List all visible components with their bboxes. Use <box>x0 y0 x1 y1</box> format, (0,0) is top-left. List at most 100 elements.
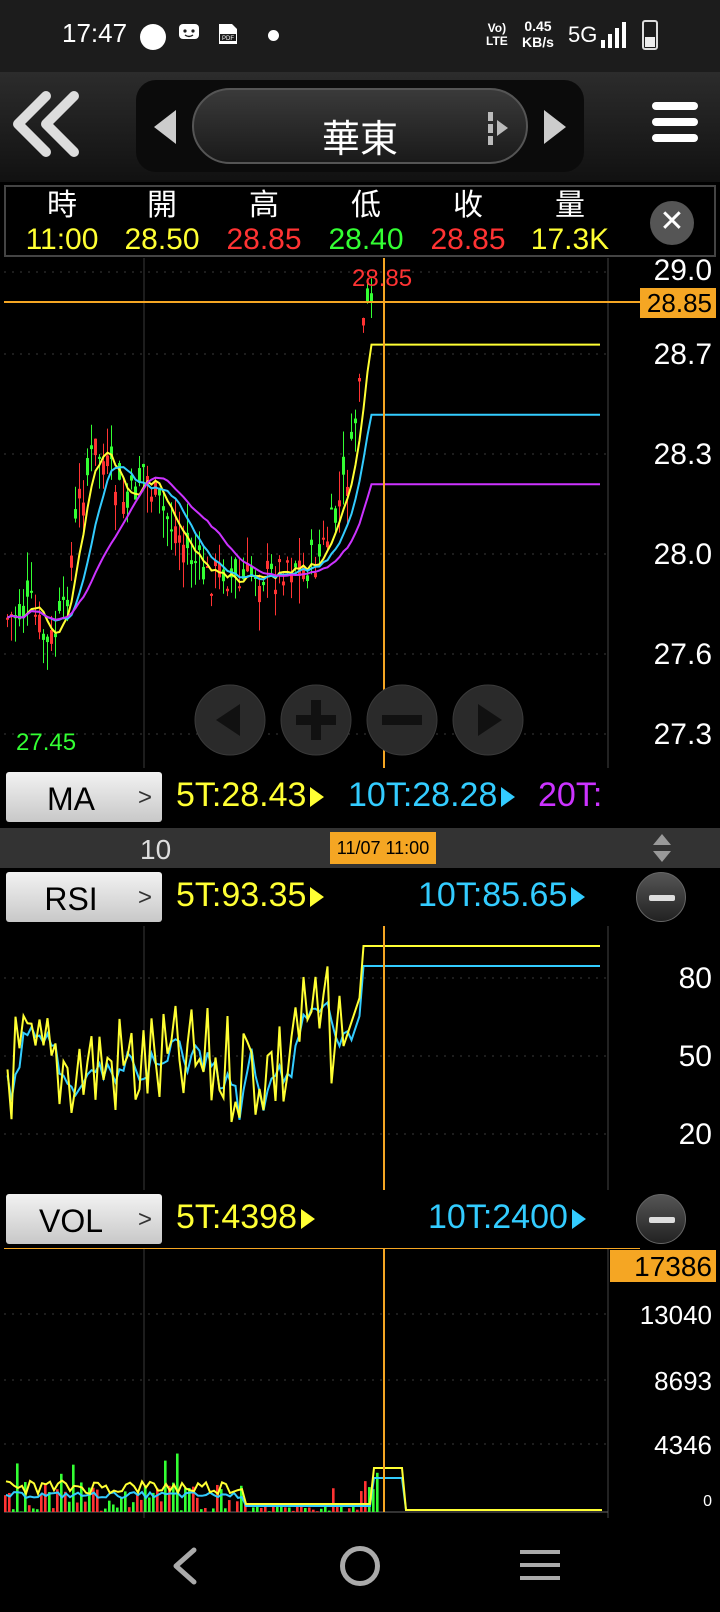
remove-vol-button[interactable] <box>636 1194 686 1244</box>
volte-indicator: Vo) LTE <box>486 22 508 48</box>
candle-body <box>94 438 97 456</box>
candle-body <box>210 593 213 596</box>
volume-bar <box>348 1508 351 1512</box>
ma10-value: 10T:28.28 <box>348 776 516 815</box>
flag-icon <box>301 1209 315 1230</box>
candle-body <box>322 537 325 540</box>
close-icon[interactable]: ✕ <box>650 201 694 245</box>
y-tick: 80 <box>679 962 712 995</box>
sort-icon[interactable] <box>652 832 672 864</box>
ohlc-low: 低 28.40 <box>316 189 416 257</box>
volume-bar <box>300 1506 303 1512</box>
candle-body <box>314 573 317 578</box>
volume-bar <box>176 1453 179 1512</box>
ohlc-time: 時 11:00 <box>12 189 112 257</box>
arrow-right-icon[interactable] <box>544 110 566 144</box>
volume-bar <box>84 1501 87 1512</box>
rsi-indicator-bar: RSI > 5T:93.35 10T:85.65 <box>0 868 720 926</box>
candle-body <box>182 544 185 563</box>
candle-body <box>62 596 65 600</box>
remove-rsi-button[interactable] <box>636 872 686 922</box>
volume-bar <box>156 1488 159 1512</box>
ma10-text: 10T:28.28 <box>348 776 498 814</box>
volume-bar <box>92 1487 95 1512</box>
candle-body <box>170 529 173 532</box>
volume-bar <box>308 1507 311 1512</box>
ma20-text: 20T: <box>538 776 603 814</box>
candle-body <box>150 496 153 502</box>
volume-chart[interactable]: 17386 13040 8693 4346 0 <box>0 1248 720 1518</box>
volume-bar <box>320 1508 323 1512</box>
candle-body <box>238 586 241 589</box>
volume-bar <box>288 1507 291 1512</box>
stock-name-pill[interactable]: 華東 <box>192 88 528 164</box>
volume-bar <box>12 1509 15 1512</box>
y-tick: 28.3 <box>654 438 712 471</box>
network-speed-value: 0.45 <box>524 18 552 34</box>
volume-bar <box>124 1491 127 1512</box>
status-bar: 17:47 PDF Vo) LTE 0.45 KB/s 5G <box>0 0 720 72</box>
volume-bar <box>304 1507 307 1512</box>
candle-body <box>310 539 313 546</box>
candle-body <box>82 502 85 516</box>
hamburger-menu-icon[interactable] <box>652 102 698 146</box>
ma20-value: 20T: <box>538 776 602 815</box>
drag-handle-icon[interactable] <box>488 110 510 146</box>
volume-bar <box>40 1495 43 1512</box>
vol-button[interactable]: VOL > <box>6 1194 162 1244</box>
volume-bar <box>324 1507 327 1512</box>
notification-dot-icon <box>140 24 166 50</box>
candle-body <box>174 526 177 544</box>
candle-body <box>46 636 49 643</box>
candle-body <box>66 599 69 607</box>
y-tick: 27.3 <box>654 718 712 751</box>
candle-body <box>334 508 337 523</box>
volume-bar <box>356 1509 359 1512</box>
ohlc-label: 收 <box>453 188 483 223</box>
volume-bar <box>36 1509 39 1512</box>
candle-body <box>102 461 105 475</box>
ohlc-label: 量 <box>555 188 585 223</box>
vol5-text: 5T:4398 <box>176 1198 297 1236</box>
volume-bar <box>212 1508 215 1512</box>
time-axis-label: 10 <box>140 834 172 865</box>
nav-back-icon[interactable] <box>166 1546 206 1586</box>
scroll-left-button[interactable] <box>194 684 266 756</box>
volume-bar <box>312 1509 315 1512</box>
rsi5-text: 5T:93.35 <box>176 876 307 914</box>
nav-home-icon[interactable] <box>340 1546 380 1586</box>
candle-body <box>194 561 197 564</box>
rsi-chart[interactable]: 80 50 20 <box>0 926 720 1190</box>
chevron-right-icon: > <box>137 784 152 811</box>
candle-body <box>370 293 373 302</box>
rsi-button[interactable]: RSI > <box>6 872 162 922</box>
volume-bar <box>332 1488 335 1512</box>
volume-bar <box>364 1481 367 1512</box>
double-chevron-left-icon[interactable] <box>10 90 86 158</box>
zoom-in-button[interactable] <box>280 684 352 756</box>
volume-bar <box>296 1506 299 1512</box>
candle-body <box>34 614 37 617</box>
volume-bar <box>200 1509 203 1512</box>
high-marker-label: 28.85 <box>352 265 412 292</box>
arrow-left-icon[interactable] <box>154 110 176 144</box>
candle-body <box>86 458 89 476</box>
ohlc-value: 28.85 <box>226 223 302 256</box>
ma-button[interactable]: MA > <box>6 772 162 822</box>
candle-body <box>262 581 265 586</box>
nav-recents-icon[interactable] <box>520 1550 560 1580</box>
candle-body <box>30 590 33 593</box>
volume-bar <box>252 1507 255 1512</box>
scroll-right-button[interactable] <box>452 684 524 756</box>
network-speed: 0.45 KB/s <box>522 18 554 50</box>
zoom-out-button[interactable] <box>366 684 438 756</box>
ohlc-open: 開 28.50 <box>112 189 212 257</box>
volume-bar <box>276 1506 279 1512</box>
candle-body <box>78 488 81 499</box>
y-tick: 8693 <box>654 1366 712 1396</box>
rsi10-value: 10T:85.65 <box>418 876 586 915</box>
price-chart[interactable]: 28.85 27.45 29.0 28.7 28.3 28.0 27.6 27.… <box>0 258 720 768</box>
volume-bar <box>4 1495 7 1512</box>
ohlc-label: 低 <box>351 188 381 223</box>
ohlc-close: 收 28.85 <box>418 189 518 257</box>
